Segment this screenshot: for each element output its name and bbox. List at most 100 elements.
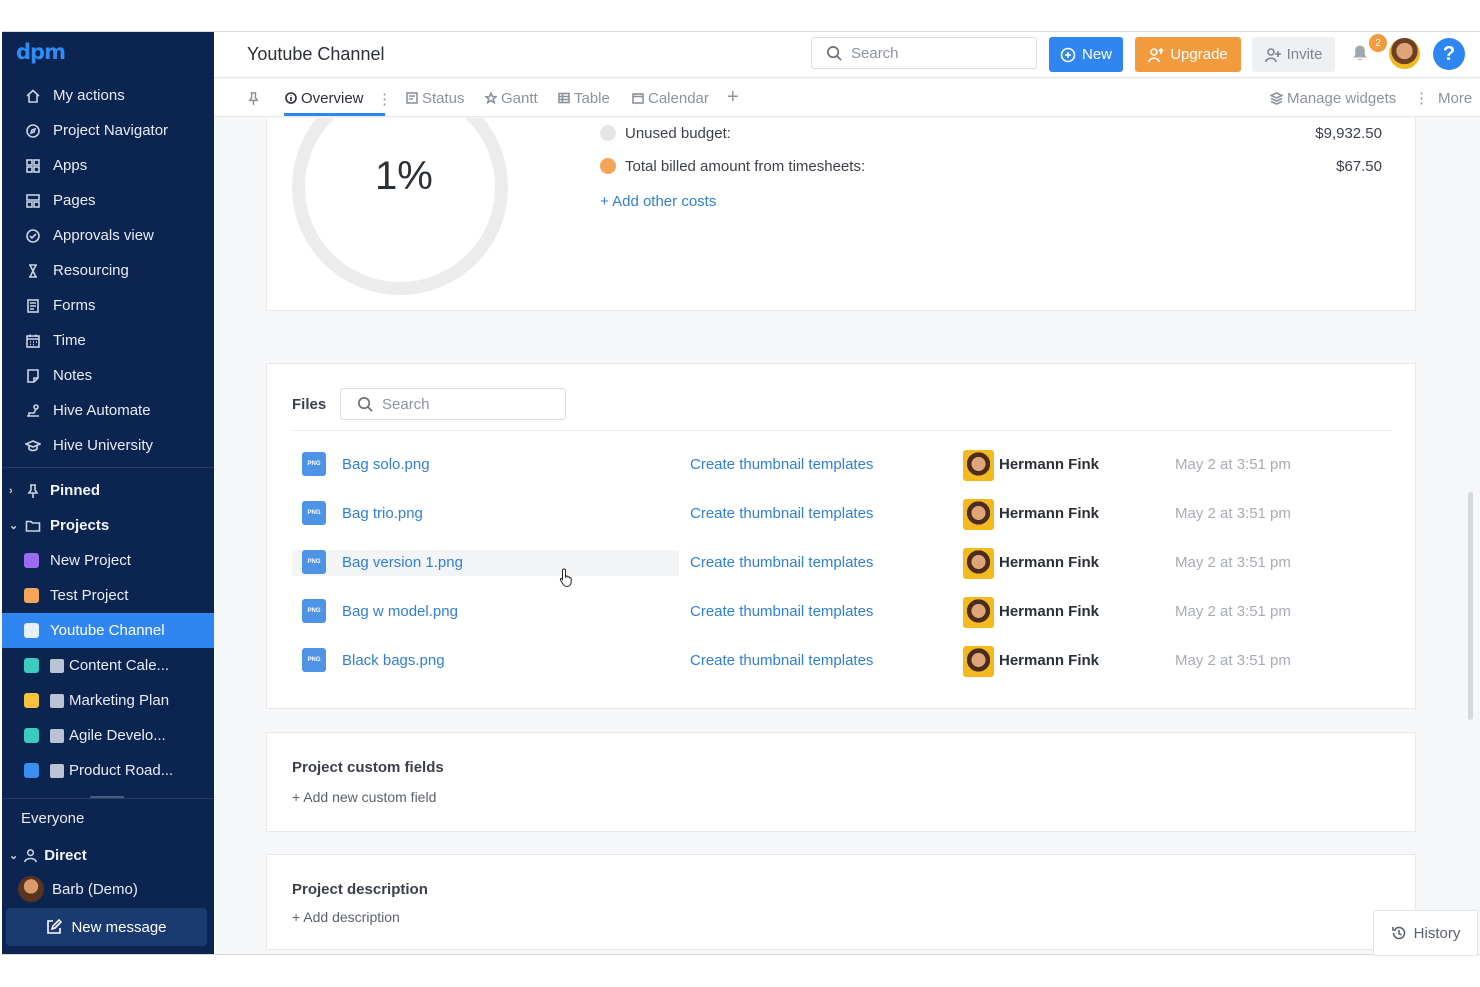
sidebar-item-pages[interactable]: Pages xyxy=(2,183,214,218)
tab-overview[interactable]: Overview xyxy=(285,79,364,117)
sidebar-section-direct[interactable]: ⌄ Direct xyxy=(2,842,87,868)
png-file-icon: PNG xyxy=(302,550,326,574)
sidebar-project-product-roadmap[interactable]: Product Road... xyxy=(2,753,214,788)
file-row[interactable]: PNG Bag solo.png Create thumbnail templa… xyxy=(292,450,1391,484)
sidebar-item-hive-automate[interactable]: Hive Automate xyxy=(2,393,214,428)
sidebar-project-agile-development[interactable]: Agile Develo... xyxy=(2,718,214,753)
description-title: Project description xyxy=(292,881,428,898)
file-row[interactable]: PNG Bag version 1.png Create thumbnail t… xyxy=(292,548,1391,582)
upgrade-button[interactable]: Upgrade xyxy=(1135,37,1241,72)
user-icon xyxy=(24,848,38,862)
sidebar-project-youtube-channel[interactable]: Youtube Channel xyxy=(2,613,214,648)
file-uploader: Hermann Fink xyxy=(999,456,1100,473)
file-task-link[interactable]: Create thumbnail templates xyxy=(690,554,873,571)
sidebar-everyone[interactable]: Everyone xyxy=(21,810,84,827)
custom-fields-title: Project custom fields xyxy=(292,759,444,776)
tab-calendar[interactable]: Calendar xyxy=(632,79,709,117)
sidebar-item-label: Forms xyxy=(53,297,96,314)
invite-button-label: Invite xyxy=(1286,46,1323,63)
sidebar-section-pinned[interactable]: › Pinned xyxy=(2,473,214,508)
sidebar-item-label: Time xyxy=(53,332,86,349)
manage-widgets-button[interactable]: Manage widgets xyxy=(1270,79,1396,117)
sidebar-item-approvals-view[interactable]: Approvals view xyxy=(2,218,214,253)
search-icon xyxy=(827,45,842,61)
add-other-costs-link[interactable]: + Add other costs xyxy=(600,193,716,210)
file-name-link[interactable]: Bag version 1.png xyxy=(342,554,463,571)
active-tab-indicator xyxy=(284,113,385,116)
invite-button[interactable]: Invite xyxy=(1252,37,1335,72)
sidebar-item-notes[interactable]: Notes xyxy=(2,358,214,393)
legend-dot xyxy=(600,125,616,141)
file-date: May 2 at 3:51 pm xyxy=(1175,456,1291,473)
calendar-icon xyxy=(632,93,644,104)
sidebar-item-hive-university[interactable]: Hive University xyxy=(2,428,214,463)
file-uploader: Hermann Fink xyxy=(999,505,1100,522)
file-date: May 2 at 3:51 pm xyxy=(1175,554,1291,571)
file-date: May 2 at 3:51 pm xyxy=(1175,505,1291,522)
file-name-link[interactable]: Bag solo.png xyxy=(342,456,430,473)
file-name-link[interactable]: Black bags.png xyxy=(342,652,445,669)
file-name-link[interactable]: Bag w model.png xyxy=(342,603,458,620)
sidebar-item-resourcing[interactable]: Resourcing xyxy=(2,253,214,288)
add-description-link[interactable]: + Add description xyxy=(292,909,400,925)
app-logo[interactable]: dpm xyxy=(16,40,66,64)
files-search-input[interactable]: Search xyxy=(340,388,566,420)
sidebar-item-project-navigator[interactable]: Project Navigator xyxy=(2,113,214,148)
avatar xyxy=(963,646,994,677)
tab-options-icon[interactable]: ⋮ xyxy=(377,90,392,108)
direct-user-barb[interactable]: Barb (Demo) xyxy=(18,876,138,902)
calendar-icon xyxy=(24,332,42,350)
project-color-swatch xyxy=(24,763,39,778)
app-window: dpm My actions Project Navigator Apps Pa… xyxy=(2,31,1480,955)
file-task-link[interactable]: Create thumbnail templates xyxy=(690,603,873,620)
sidebar-project-content-calendar[interactable]: Content Cale... xyxy=(2,648,214,683)
sidebar-item-time[interactable]: Time xyxy=(2,323,214,358)
file-task-link[interactable]: Create thumbnail templates xyxy=(690,652,873,669)
top-header: Youtube Channel Search New Upgrade Invit… xyxy=(214,32,1480,78)
file-row[interactable]: PNG Black bags.png Create thumbnail temp… xyxy=(292,646,1391,680)
tab-status[interactable]: Status xyxy=(406,79,465,117)
pin-icon[interactable] xyxy=(246,91,261,111)
new-message-button[interactable]: New message xyxy=(6,908,207,946)
project-label: Marketing Plan xyxy=(69,692,170,709)
sidebar-item-apps[interactable]: Apps xyxy=(2,148,214,183)
layers-icon xyxy=(1270,91,1283,105)
project-color-swatch xyxy=(24,658,39,673)
add-custom-field-link[interactable]: + Add new custom field xyxy=(292,789,436,805)
bell-icon[interactable] xyxy=(1351,44,1371,64)
legend-dot xyxy=(600,158,616,174)
help-button[interactable]: ? xyxy=(1433,38,1465,70)
note-icon xyxy=(24,367,42,385)
file-task-link[interactable]: Create thumbnail templates xyxy=(690,456,873,473)
sidebar-section-projects[interactable]: ⌄ Projects xyxy=(2,508,214,543)
search-input[interactable]: Search xyxy=(811,37,1037,69)
avatar xyxy=(963,499,994,530)
content-scrollbar[interactable] xyxy=(1468,492,1473,720)
tab-label: Overview xyxy=(301,89,364,107)
history-button[interactable]: History xyxy=(1373,910,1478,956)
file-name-cell: PNG Bag solo.png xyxy=(292,452,679,478)
file-row[interactable]: PNG Bag w model.png Create thumbnail tem… xyxy=(292,597,1391,631)
sidebar-item-forms[interactable]: Forms xyxy=(2,288,214,323)
star-icon xyxy=(485,92,497,104)
file-name-link[interactable]: Bag trio.png xyxy=(342,505,423,522)
tab-label: Calendar xyxy=(648,89,709,107)
pin-icon xyxy=(25,483,41,499)
sidebar-item-my-actions[interactable]: My actions xyxy=(2,78,214,113)
table-icon xyxy=(558,92,570,104)
sidebar-project-new-project[interactable]: New Project xyxy=(2,543,214,578)
tab-gantt[interactable]: Gantt xyxy=(485,79,538,117)
file-row[interactable]: PNG Bag trio.png Create thumbnail templa… xyxy=(292,499,1391,533)
project-color-swatch xyxy=(24,553,39,568)
new-button[interactable]: New xyxy=(1049,37,1123,72)
tab-table[interactable]: Table xyxy=(558,79,610,117)
sidebar-item-label: Approvals view xyxy=(53,227,154,244)
sidebar-project-marketing-plan[interactable]: Marketing Plan xyxy=(2,683,214,718)
more-button[interactable]: ⋮ More xyxy=(1414,79,1472,117)
add-tab-button[interactable]: + xyxy=(727,86,739,109)
user-avatar[interactable] xyxy=(1389,38,1420,69)
sidebar-project-test-project[interactable]: Test Project xyxy=(2,578,214,613)
budget-progress-ring xyxy=(292,118,508,295)
cycle-emoji-icon xyxy=(50,728,64,743)
file-task-link[interactable]: Create thumbnail templates xyxy=(690,505,873,522)
